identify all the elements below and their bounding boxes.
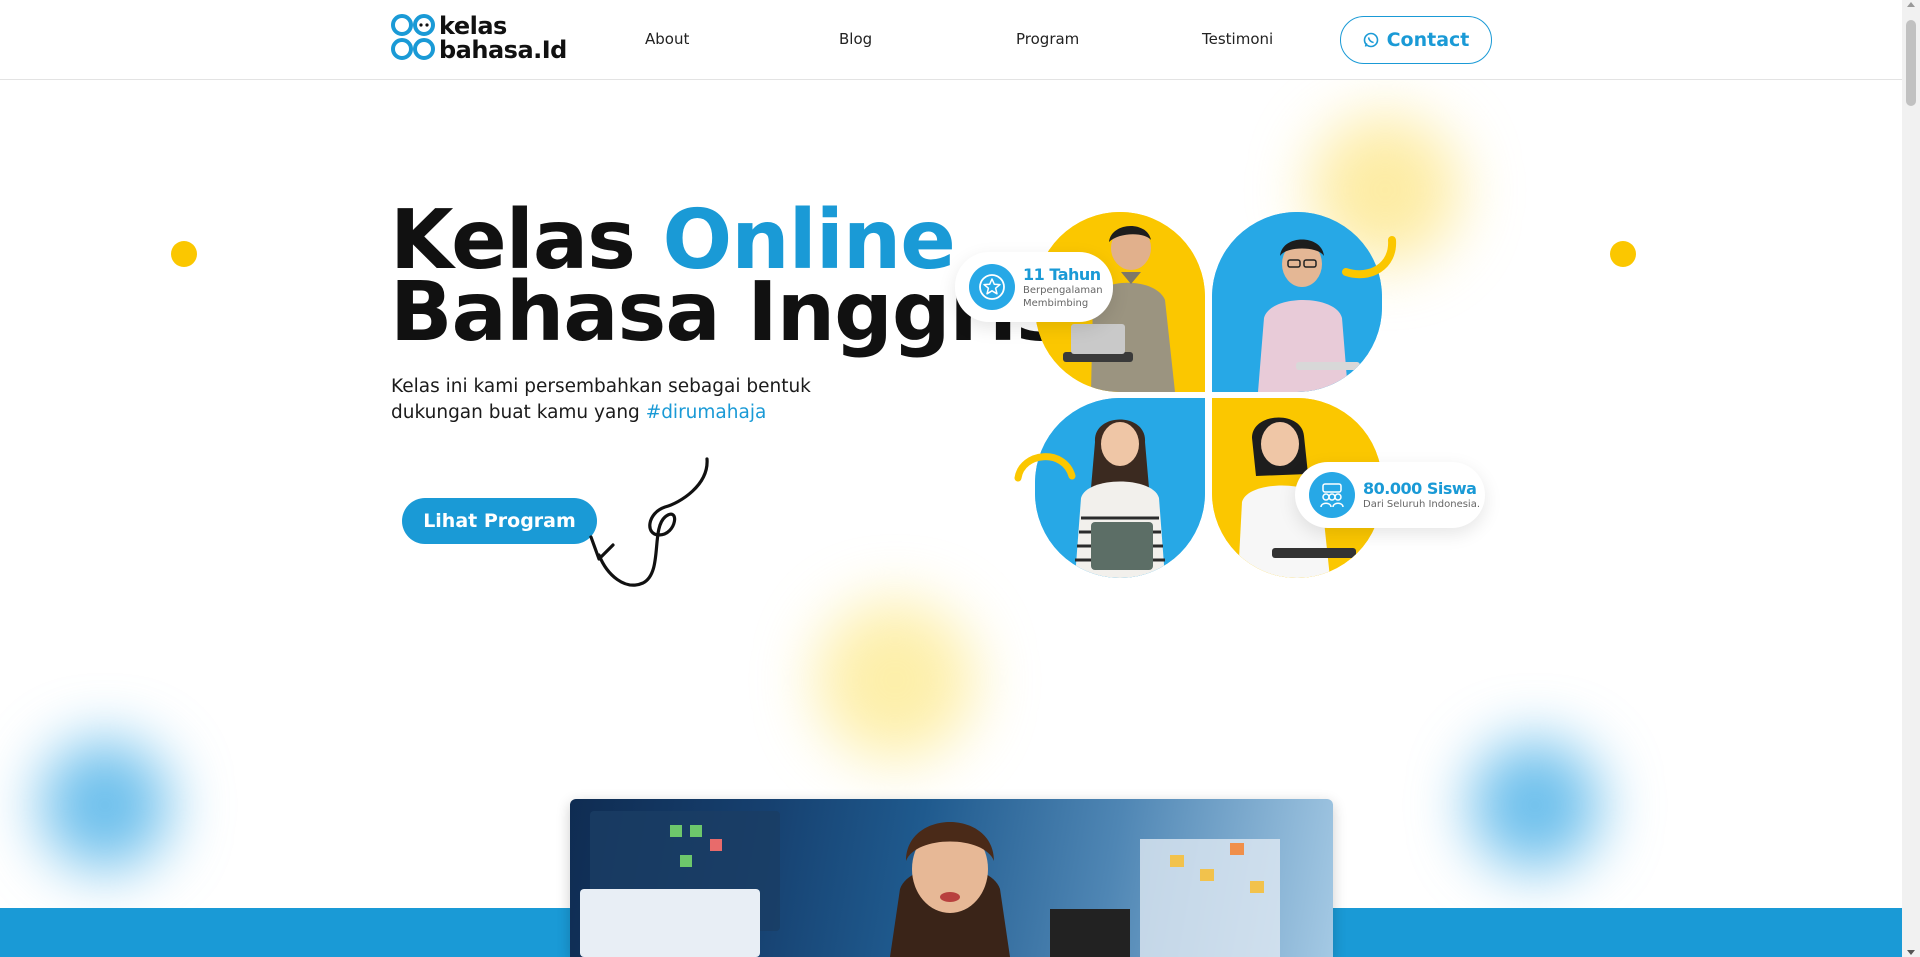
nav-about[interactable]: About [645,30,689,48]
experience-badge-text: 11 Tahun Berpengalaman Membimbing [1023,265,1103,310]
students-badge-text: 80.000 Siswa Dari Seluruh Indonesia. [1363,479,1480,511]
group-icon [1309,472,1355,518]
video-preview-image [580,811,1280,957]
nav-testimoni[interactable]: Testimoni [1202,30,1273,48]
blue-glow-right [1470,740,1600,870]
nav-blog[interactable]: Blog [839,30,872,48]
whatsapp-icon [1363,32,1378,48]
blue-glow-left [40,740,170,870]
squiggle-arrow-icon [589,457,709,587]
logo-mark-icon [391,14,435,60]
scroll-up-arrow-icon[interactable] [1907,2,1915,7]
students-line1: Dari Seluruh Indonesia. [1363,499,1481,510]
hero-hashtag: #dirumahaja [645,402,767,423]
person-image-3 [1035,398,1205,578]
students-title: 80.000 Siswa [1363,479,1477,498]
experience-title: 11 Tahun [1023,264,1101,284]
experience-badge: 11 Tahun Berpengalaman Membimbing [955,252,1113,322]
logo-line2: bahasa.Id [439,36,567,64]
site-header: kelas bahasa.Id About Blog Program Testi… [0,0,1902,80]
scroll-thumb[interactable] [1906,20,1916,106]
yellow-dot-right [1610,241,1636,267]
contact-label: Contact [1386,29,1470,51]
video-thumbnail[interactable] [570,799,1333,957]
hero-subtitle: Kelas ini kami persembahkan sebagai bent… [391,374,851,426]
yellow-dot-left [171,241,197,267]
yellow-arc-mid-left [1014,453,1076,482]
yellow-arc-top-right [1342,236,1397,279]
logo-text: kelas bahasa.Id [439,14,567,62]
lihat-program-button[interactable]: Lihat Program [402,498,597,544]
star-badge-icon [969,264,1015,310]
yellow-glow-center [815,600,975,760]
experience-line1: Berpengalaman [1023,284,1103,296]
logo-line1: kelas [439,12,507,40]
page-scrollbar[interactable] [1902,0,1920,957]
contact-button[interactable]: Contact [1340,16,1492,64]
logo[interactable]: kelas bahasa.Id [391,12,567,68]
scroll-down-arrow-icon[interactable] [1907,950,1915,955]
students-badge: 80.000 Siswa Dari Seluruh Indonesia. [1295,462,1485,528]
nav-program[interactable]: Program [1016,30,1079,48]
experience-line2: Membimbing [1023,297,1089,309]
photo-tile-woman-laptop [1035,398,1205,578]
